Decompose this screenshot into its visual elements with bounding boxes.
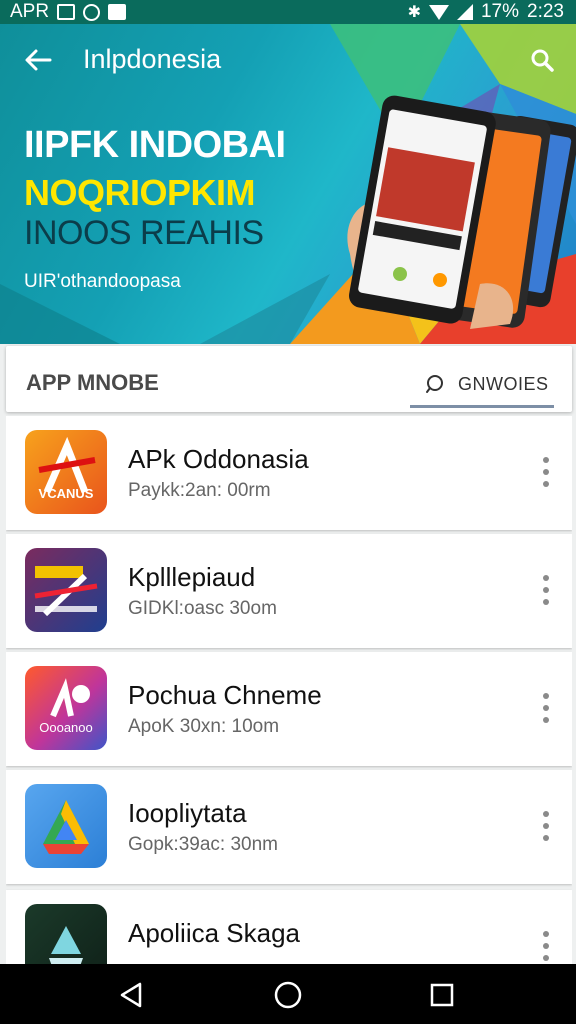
search-button[interactable] <box>524 42 560 78</box>
download-icon <box>108 4 127 20</box>
nav-home-button[interactable] <box>268 978 308 1012</box>
status-left: APR <box>10 1 127 23</box>
more-dot <box>543 823 549 829</box>
back-triangle-icon <box>120 982 142 1008</box>
app-name: Apoliica Skaga <box>128 918 300 948</box>
more-options-button[interactable] <box>534 690 558 726</box>
section-header: APP MNOBE GNWOIES <box>6 346 572 412</box>
system-nav-bar <box>0 964 576 1024</box>
app-icon <box>25 904 107 964</box>
tab-search-apps[interactable]: GNWOIES <box>410 360 554 408</box>
more-dot <box>543 931 549 937</box>
more-options-button[interactable] <box>534 572 558 608</box>
phones-illustration <box>347 95 576 329</box>
app-icon <box>25 784 107 868</box>
tab-label: GNWOIES <box>458 373 549 394</box>
app-icon: VCANUS <box>25 430 107 514</box>
carrier-label: APR <box>10 1 50 22</box>
app-list: VCANUS APk Oddonasia Paykk:2an: 00rm Kpl… <box>6 416 572 964</box>
section-title: APP MNOBE <box>26 370 159 395</box>
app-meta: Gopk:39ac: 30nm <box>128 834 278 855</box>
app-name: Kplllepiaud <box>128 562 256 592</box>
app-meta: ApoK 30xn: 10om <box>128 716 280 737</box>
more-dot <box>543 705 549 711</box>
app-logo-graphic <box>49 926 83 964</box>
more-dot <box>543 469 549 475</box>
wifi-icon <box>428 4 449 20</box>
hero-headline: IIPFK INDOBAI <box>24 124 286 166</box>
more-dot <box>543 587 549 593</box>
search-icon <box>531 49 554 72</box>
app-meta: Paykk:2an: 00rm <box>128 480 271 501</box>
more-dot <box>543 717 549 723</box>
recents-square-icon <box>430 983 454 1007</box>
app-logo-graphic: VCANUS <box>38 436 96 501</box>
list-item[interactable]: VCANUS APk Oddonasia Paykk:2an: 00rm <box>6 416 572 530</box>
search-icon <box>426 375 443 393</box>
app-name: APk Oddonasia <box>128 444 309 474</box>
image-icon <box>57 4 76 20</box>
more-dot <box>543 457 549 463</box>
app-meta: GIDKl:oasc 30om <box>128 598 277 619</box>
more-dot <box>543 575 549 581</box>
hero-headline-secondary: INOOS REAHIS <box>24 214 264 252</box>
status-bar: APR ✱ 17% 2:23 <box>0 0 576 24</box>
list-item[interactable]: Apoliica Skaga <box>6 890 572 964</box>
clock: 2:23 <box>527 1 564 22</box>
hero-banner: Inlpdonesia IIPFK INDOBAI NOQRIOPKIM INO… <box>0 24 576 344</box>
more-options-button[interactable] <box>534 454 558 490</box>
circle-icon <box>83 3 101 21</box>
hero-headline-accent: NOQRIOPKIM <box>24 172 256 213</box>
bluetooth-icon: ✱ <box>407 4 421 21</box>
list-item[interactable]: Kplllepiaud GIDKl:oasc 30om <box>6 534 572 648</box>
app-icon: Oooanoo <box>25 666 107 750</box>
list-item[interactable]: Ioopliytata Gopk:39ac: 30nm <box>6 770 572 884</box>
app-logo-graphic: Oooanoo <box>39 678 93 735</box>
more-dot <box>543 811 549 817</box>
more-dot <box>543 693 549 699</box>
tab-indicator <box>410 405 554 408</box>
more-dot <box>543 481 549 487</box>
nav-back-button[interactable] <box>112 978 152 1012</box>
app-icon-text: VCANUS <box>39 486 94 501</box>
more-dot <box>543 599 549 605</box>
more-dot <box>543 835 549 841</box>
more-dot <box>543 955 549 961</box>
app-name: Pochua Chneme <box>128 680 322 710</box>
app-logo-graphic <box>34 566 98 617</box>
signal-icon <box>456 4 473 20</box>
status-right: ✱ 17% 2:23 <box>408 1 564 23</box>
home-circle-icon <box>274 981 302 1009</box>
arrow-left-icon <box>25 49 52 71</box>
more-options-button[interactable] <box>534 928 558 964</box>
nav-recents-button[interactable] <box>422 978 462 1012</box>
battery-percent: 17% <box>480 1 520 22</box>
app-title: Inlpdonesia <box>83 44 222 74</box>
list-item[interactable]: Oooanoo Pochua Chneme ApoK 30xn: 10om <box>6 652 572 766</box>
more-dot <box>543 943 549 949</box>
back-button[interactable] <box>20 42 56 78</box>
app-name: Ioopliytata <box>128 798 247 828</box>
hero-subtitle: UIR'othandoopasa <box>24 271 181 292</box>
app-icon-text: Oooanoo <box>39 720 93 735</box>
more-options-button[interactable] <box>534 808 558 844</box>
app-logo-graphic <box>43 800 89 854</box>
app-icon <box>25 548 107 632</box>
